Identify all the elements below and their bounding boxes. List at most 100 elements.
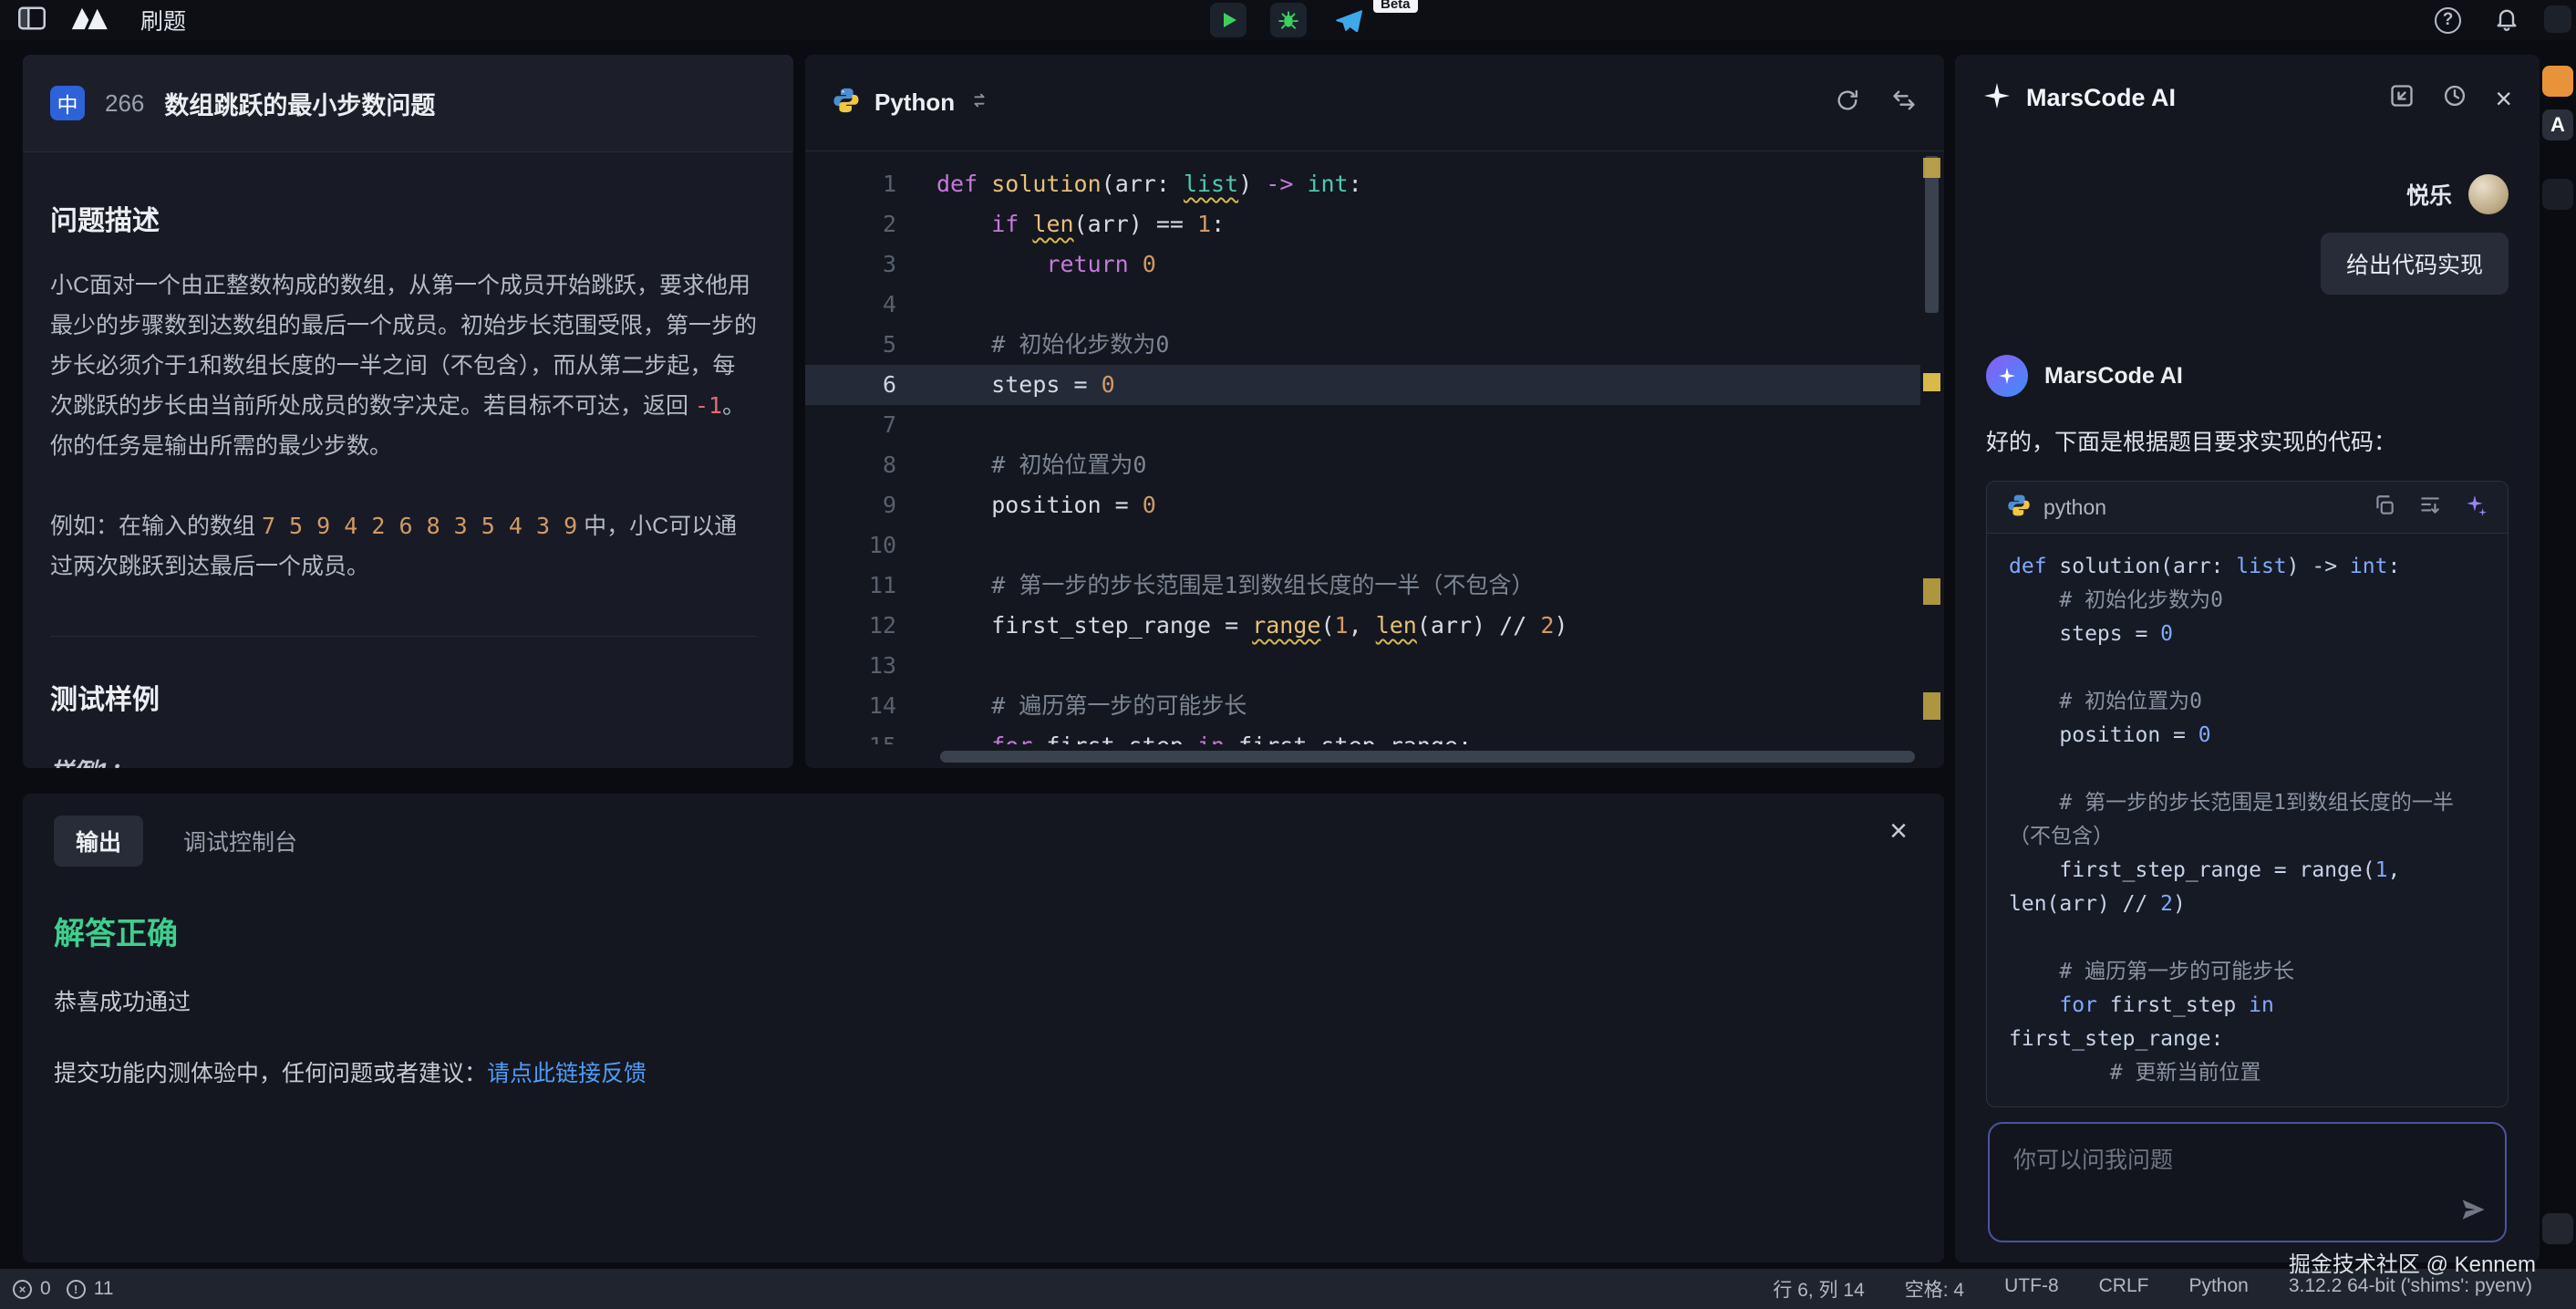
- history-icon[interactable]: [2442, 83, 2467, 113]
- ruler-mark: [1923, 158, 1940, 178]
- problem-title: 数组跳跃的最小步数问题: [164, 86, 435, 121]
- marscode-spark-icon: [1982, 81, 2012, 115]
- code-line[interactable]: 7: [805, 405, 1920, 445]
- statusbar: × 0 ! 11 行 6, 列 14 空格: 4 UTF-8 CRLF Pyth…: [0, 1269, 2576, 1309]
- assistant-panel: MarsCode AI × 悦乐 给出代码实现 MarsC: [1955, 55, 2540, 1262]
- output-panel: 输出 调试控制台 × 解答正确 恭喜成功通过 提交功能内测体验中，任何问题或者建…: [23, 794, 1944, 1262]
- tab-output[interactable]: 输出: [54, 816, 143, 867]
- errors-icon: ×: [13, 1280, 32, 1299]
- notifications-icon[interactable]: [2494, 5, 2519, 36]
- description-paragraph: 小C面对一个由正整数构成的数组，从第一个成员开始跳跃，要求他用最少的步骤数到达数…: [50, 265, 757, 466]
- example-paragraph: 例如：在输入的数组 7 5 9 4 2 6 8 3 5 4 3 9 中，小C可以…: [50, 506, 757, 587]
- tab-debug-console[interactable]: 调试控制台: [183, 825, 297, 857]
- editor-header: Python: [805, 55, 1944, 151]
- extension-icon[interactable]: [2542, 179, 2573, 210]
- close-icon[interactable]: ×: [2495, 84, 2512, 113]
- code-line[interactable]: 8 # 初始位置为0: [805, 445, 1920, 485]
- copy-icon[interactable]: [2373, 493, 2396, 522]
- ai-code-body[interactable]: def solution(arr: list) -> int: # 初始化步数为…: [1987, 534, 2508, 1106]
- code-line[interactable]: 2 if len(arr) == 1:: [805, 204, 1920, 244]
- problem-panel: 中 266 数组跳跃的最小步数问题 问题描述 小C面对一个由正整数构成的数组，从…: [23, 55, 793, 768]
- ruler-mark: [1923, 692, 1940, 720]
- share-button[interactable]: Beta: [1330, 3, 1367, 37]
- language-mode[interactable]: Python: [2188, 1275, 2248, 1303]
- code-line[interactable]: 12 first_step_range = range(1, len(arr) …: [805, 606, 1920, 646]
- code-line[interactable]: 15 for first_step in first_step_range:: [805, 726, 1920, 744]
- sidebar-toggle-icon[interactable]: [18, 6, 46, 35]
- warnings-count: 11: [94, 1278, 114, 1300]
- python-icon: [833, 87, 860, 119]
- editor-tab-label: Python: [874, 88, 955, 117]
- code-line[interactable]: 11 # 第一步的步长范围是1到数组长度的一半（不包含）: [805, 566, 1920, 606]
- editor-code-lines[interactable]: 1def solution(arr: list) -> int:2 if len…: [805, 151, 1920, 744]
- inline-code: -1: [695, 392, 722, 419]
- chat-input-box[interactable]: [1988, 1122, 2507, 1242]
- help-icon[interactable]: ?: [2435, 7, 2461, 34]
- code-line[interactable]: 13: [805, 646, 1920, 686]
- browser-extension-strip: A: [2540, 0, 2576, 1309]
- app-title: 刷题: [140, 4, 186, 36]
- reset-code-icon[interactable]: [1835, 88, 1860, 118]
- errors-count: 0: [40, 1278, 51, 1300]
- extension-icon[interactable]: [2544, 5, 2571, 33]
- code-line[interactable]: 6 steps = 0: [805, 365, 1920, 405]
- problem-description[interactable]: 问题描述 小C面对一个由正整数构成的数组，从第一个成员开始跳跃，要求他用最少的步…: [23, 152, 793, 768]
- user-name: 悦乐: [2406, 178, 2452, 211]
- scrollbar-thumb[interactable]: [1925, 156, 1939, 313]
- code-line[interactable]: 10: [805, 525, 1920, 566]
- code-line[interactable]: 14 # 遍历第一步的可能步长: [805, 686, 1920, 726]
- extension-icon[interactable]: [2542, 1213, 2573, 1244]
- section-divider: [50, 636, 757, 637]
- play-icon: [1217, 9, 1239, 31]
- code-language-label: python: [2043, 495, 2106, 520]
- eol-sequence[interactable]: CRLF: [2099, 1275, 2149, 1303]
- extension-icon[interactable]: [2542, 66, 2573, 97]
- translate-extension-icon[interactable]: A: [2542, 109, 2573, 140]
- sparkle-icon[interactable]: [2464, 493, 2488, 522]
- encoding[interactable]: UTF-8: [2004, 1275, 2059, 1303]
- samples-heading: 测试样例: [50, 677, 757, 717]
- feedback-link[interactable]: 请点此链接反馈: [487, 1061, 647, 1086]
- cursor-position[interactable]: 行 6, 列 14: [1773, 1275, 1864, 1303]
- ai-avatar: [1986, 355, 2028, 397]
- chat-area[interactable]: 悦乐 给出代码实现 MarsCode AI 好的，下面是根据题目要求实现的代码：…: [1955, 141, 2540, 1112]
- ai-name: MarsCode AI: [2044, 363, 2183, 390]
- problem-number: 266: [105, 89, 144, 118]
- topbar: 刷题 Beta ?: [0, 0, 2576, 40]
- indentation[interactable]: 空格: 4: [1905, 1275, 1964, 1303]
- code-line[interactable]: 1def solution(arr: list) -> int:: [805, 164, 1920, 204]
- ai-row: MarsCode AI: [1986, 355, 2509, 397]
- run-button[interactable]: [1210, 3, 1247, 37]
- chat-input[interactable]: [2012, 1140, 2445, 1231]
- send-icon[interactable]: [2459, 1196, 2487, 1228]
- code-line[interactable]: 4: [805, 285, 1920, 325]
- ai-code-header: python: [1987, 482, 2508, 534]
- marscode-logo[interactable]: [69, 6, 117, 35]
- example-array: 7 5 9 4 2 6 8 3 5 4 3 9: [262, 513, 577, 539]
- interpreter[interactable]: 3.12.2 64-bit ('shims': pyenv): [2289, 1275, 2532, 1303]
- user-row: 悦乐: [1986, 174, 2509, 214]
- code-line[interactable]: 5 # 初始化步数为0: [805, 325, 1920, 365]
- insert-code-icon[interactable]: [2418, 493, 2442, 522]
- assistant-header: MarsCode AI ×: [1955, 55, 2540, 141]
- result-message: 恭喜成功通过: [54, 984, 1913, 1017]
- switch-language-icon[interactable]: [969, 90, 989, 115]
- tab-python[interactable]: Python: [833, 87, 989, 119]
- community-watermark: 掘金技术社区 @ Kennem: [2289, 1246, 2536, 1278]
- editor-panel: Python 1def solution(arr: list) -> int:2…: [805, 55, 1944, 768]
- problem-header: 中 266 数组跳跃的最小步数问题: [23, 55, 793, 152]
- paper-plane-icon: [1335, 6, 1362, 34]
- feedback-line: 提交功能内测体验中，任何问题或者建议：请点此链接反馈: [54, 1055, 1913, 1088]
- insert-to-editor-icon[interactable]: [2389, 83, 2415, 113]
- close-icon[interactable]: ×: [1889, 816, 1908, 847]
- problems-indicator[interactable]: × 0 ! 11: [13, 1278, 121, 1300]
- ai-code-card: python def solution(arr: list) -> int:: [1986, 481, 2509, 1107]
- compare-icon[interactable]: [1891, 88, 1917, 118]
- debug-button[interactable]: [1270, 3, 1307, 37]
- code-line[interactable]: 3 return 0: [805, 244, 1920, 285]
- app-screen: 刷题 Beta ? 中 266 数组跳跃的最小步数问题: [0, 0, 2576, 1309]
- code-line[interactable]: 9 position = 0: [805, 485, 1920, 525]
- editor-vertical-scrollbar[interactable]: [1920, 151, 1944, 744]
- scrollbar-thumb[interactable]: [940, 751, 1915, 763]
- editor-horizontal-scrollbar[interactable]: [940, 751, 1915, 763]
